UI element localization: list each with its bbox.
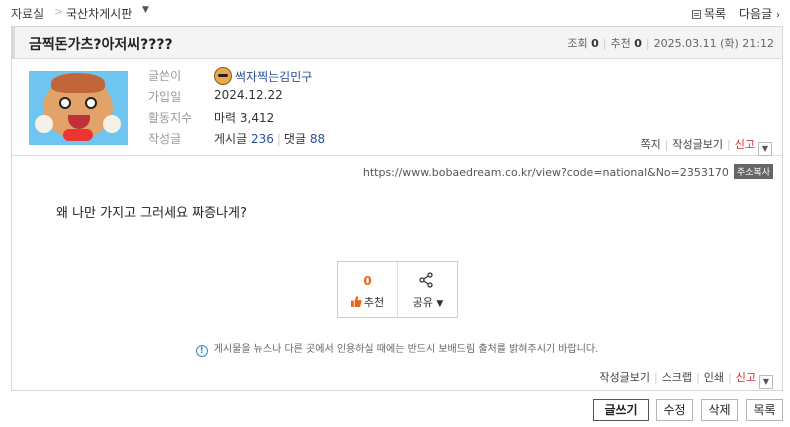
chevron-right-icon: › (775, 10, 780, 21)
delete-button[interactable]: 삭제 (701, 399, 738, 421)
share-caret-icon: ▼ (436, 299, 444, 309)
more-dropdown-icon[interactable]: ▼ (758, 142, 772, 156)
print-link[interactable]: 인쇄 (704, 371, 724, 384)
write-button[interactable]: 글쓰기 (593, 399, 649, 421)
breadcrumb-separator: > (54, 5, 64, 18)
bottom-more-dropdown-icon[interactable]: ▼ (759, 375, 773, 389)
bottom-view-written-link[interactable]: 작성글보기 (599, 371, 650, 384)
board-dropdown-icon[interactable]: ▼ (142, 5, 149, 15)
recommend-button[interactable]: 추천 (338, 294, 397, 310)
comment-count-link[interactable]: 88 (310, 132, 325, 146)
edit-button[interactable]: 수정 (656, 399, 693, 421)
post-container: 금찍돈가츠?아저씨???? 조회 0 | 추천 0 | 2025.03.11 (화) 2… (11, 26, 783, 391)
post-title: 금찍돈가츠?아저씨???? (29, 37, 173, 53)
avatar[interactable] (29, 71, 128, 145)
post-meta: 조회 0 | 추천 0 | 2025.03.11 (화) 21:12 (567, 37, 774, 50)
author-actions: 쪽지 | 작성글보기 | 신고 ▼ (640, 136, 772, 156)
scrap-link[interactable]: 스크랩 (662, 371, 692, 384)
share-button[interactable]: 공유 ▼ (398, 294, 458, 310)
recommend-count: 0 (634, 37, 642, 50)
report-link[interactable]: 신고 (735, 138, 755, 151)
citation-notice: ! 게시물을 뉴스나 다른 곳에서 인용하실 때에는 반드시 보배드림 출처를 밝… (12, 340, 782, 357)
post-url: https://www.bobaedream.co.kr/view?code=n… (362, 166, 729, 179)
vote-box: 0 추천 공유 ▼ (337, 261, 458, 318)
author-joined: 2024.12.22 (214, 88, 283, 102)
user-level-icon (214, 67, 232, 85)
bottom-actions: 작성글보기 | 스크랩 | 인쇄 | 신고 ▼ (599, 369, 773, 389)
post-header: 금찍돈가츠?아저씨???? 조회 0 | 추천 0 | 2025.03.11 (화) 2… (12, 27, 782, 59)
top-list-link[interactable]: 목록 (692, 5, 726, 22)
info-icon: ! (195, 345, 208, 357)
post-body: 왜 나만 가지고 그러세요 짜증나게? (56, 206, 247, 221)
breadcrumb-board[interactable]: 국산차게시판 (66, 5, 132, 22)
author-nickname[interactable]: 썩자찍는김민구 (235, 70, 312, 84)
next-post-link[interactable]: 다음글 › (739, 5, 780, 22)
view-count: 0 (591, 37, 599, 50)
share-icon[interactable] (418, 272, 434, 288)
view-written-link[interactable]: 작성글보기 (672, 138, 723, 151)
message-link[interactable]: 쪽지 (640, 138, 660, 151)
post-count-link[interactable]: 236 (251, 132, 274, 146)
recommend-count-display: 0 (363, 274, 372, 288)
copy-url-button[interactable]: 주소복사 (733, 164, 773, 179)
post-datetime: 2025.03.11 (화) 21:12 (653, 37, 774, 50)
top-navigation: 자료실 > 국산차게시판 ▼ 목록 다음글 › (11, 5, 783, 21)
action-buttons: 글쓰기 수정 삭제 목록 (593, 399, 783, 421)
post-url-line: https://www.bobaedream.co.kr/view?code=n… (363, 164, 773, 179)
author-activity: 마력 3,412 (214, 111, 275, 125)
list-icon (692, 10, 701, 19)
bottom-report-link[interactable]: 신고 (736, 371, 756, 384)
author-info: 글쓴이 썩자찍는김민구 가입일 2024.12.22 활동지수 마력 3,412… (12, 59, 782, 156)
breadcrumb-home[interactable]: 자료실 (11, 5, 44, 22)
list-button[interactable]: 목록 (746, 399, 783, 421)
thumbs-up-icon (350, 296, 362, 307)
